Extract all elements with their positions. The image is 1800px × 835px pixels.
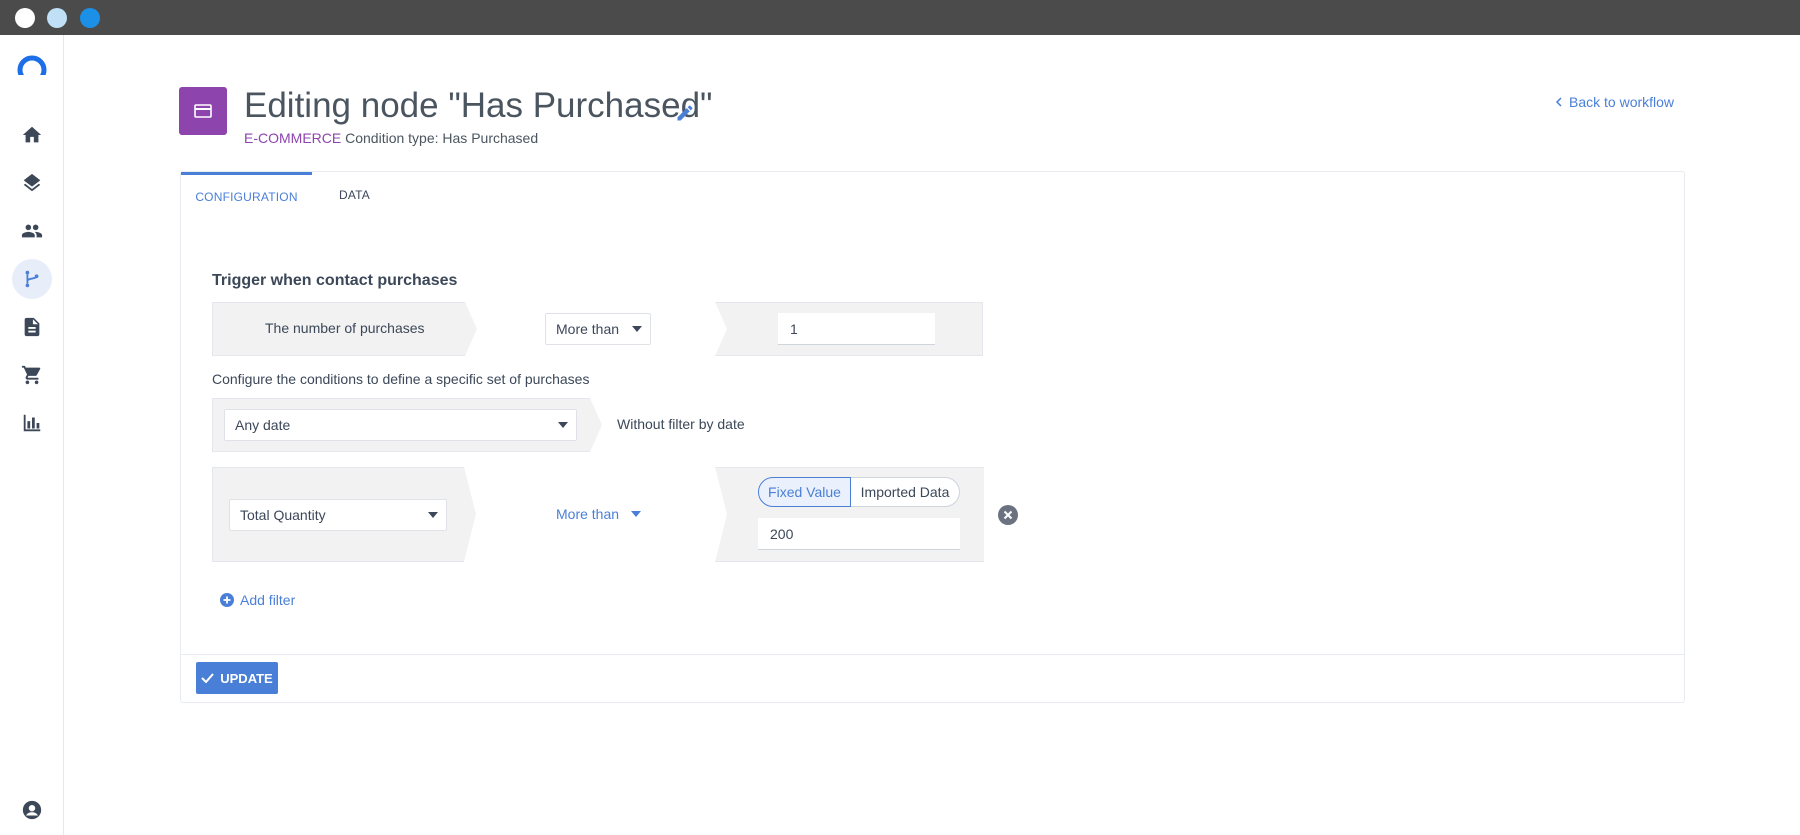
conditions-note: Configure the conditions to define a spe…: [212, 371, 590, 387]
cart-icon: [21, 365, 41, 385]
tab-data[interactable]: DATA: [312, 172, 397, 218]
sidebar-item-ecommerce[interactable]: [12, 355, 52, 395]
fixed-value-toggle[interactable]: Fixed Value: [758, 477, 851, 507]
chart-icon: [23, 414, 41, 432]
window-maximize-dot[interactable]: [80, 8, 100, 28]
category-tag: E-COMMERCE: [244, 130, 342, 146]
filter-field-value: Total Quantity: [240, 507, 326, 523]
purchases-label: The number of purchases: [265, 320, 425, 336]
filter-value-input[interactable]: 200: [758, 518, 960, 550]
check-icon: [201, 673, 215, 683]
purchases-condition-row: The number of purchases More than 1: [212, 302, 983, 356]
tab-configuration[interactable]: CONFIGURATION: [181, 172, 312, 218]
node-subtitle: E-COMMERCE Condition type: Has Purchased: [244, 130, 538, 146]
sidebar-item-reports[interactable]: [12, 403, 52, 443]
window-minimize-dot[interactable]: [47, 8, 67, 28]
purchases-operator-select[interactable]: More than: [545, 313, 651, 345]
date-range-select[interactable]: Any date: [224, 409, 577, 441]
sidebar-item-documents[interactable]: [12, 307, 52, 347]
chevron-down-icon: [428, 512, 438, 518]
filter-operator-select[interactable]: More than: [556, 506, 642, 522]
date-filter-text: Without filter by date: [617, 416, 745, 432]
chevron-down-icon: [632, 326, 642, 332]
plus-circle-icon: [220, 593, 234, 607]
update-button[interactable]: UPDATE: [196, 662, 278, 694]
tab-bar: CONFIGURATION DATA: [181, 172, 1684, 218]
filter-field-select[interactable]: Total Quantity: [229, 499, 447, 531]
sidebar: [0, 35, 64, 835]
filter-operator-value: More than: [556, 506, 620, 522]
app-logo-icon[interactable]: [17, 55, 47, 75]
window-close-dot[interactable]: [15, 8, 35, 28]
chevron-down-icon: [631, 511, 642, 517]
people-icon: [21, 224, 43, 238]
home-icon: [22, 126, 42, 143]
quantity-filter-row: Total Quantity More than Fixed Value Imp…: [212, 467, 1036, 562]
chevron-left-icon: [1555, 97, 1562, 107]
workflow-icon: [25, 270, 39, 288]
sidebar-item-home[interactable]: [12, 115, 52, 155]
condition-type-text: Condition type: Has Purchased: [345, 130, 539, 146]
document-icon: [24, 317, 40, 337]
remove-filter-button[interactable]: [998, 505, 1018, 525]
card-footer: UPDATE: [181, 654, 1684, 703]
update-button-label: UPDATE: [220, 670, 273, 686]
node-type-icon: [179, 87, 227, 135]
sidebar-item-workflows[interactable]: [12, 259, 52, 299]
editor-card: CONFIGURATION DATA Trigger when contact …: [180, 171, 1685, 703]
purchases-operator-value: More than: [556, 321, 620, 337]
purchases-count-input[interactable]: 1: [778, 313, 935, 345]
chevron-down-icon: [558, 422, 568, 428]
imported-data-toggle[interactable]: Imported Data: [851, 477, 960, 507]
window-titlebar: [0, 0, 1800, 35]
pencil-icon[interactable]: [675, 103, 695, 123]
back-to-workflow-link[interactable]: Back to workflow: [1555, 94, 1674, 110]
layers-icon: [23, 173, 41, 192]
add-filter-label: Add filter: [240, 592, 296, 608]
page-title: Editing node "Has Purchased": [244, 86, 713, 125]
account-icon: [22, 800, 42, 820]
sidebar-item-layers[interactable]: [12, 163, 52, 203]
close-circle-icon: [998, 505, 1018, 525]
date-filter-row: Any date Without filter by date: [212, 398, 984, 452]
sidebar-item-contacts[interactable]: [12, 211, 52, 251]
date-range-value: Any date: [235, 417, 291, 433]
section-title: Trigger when contact purchases: [212, 272, 458, 289]
sidebar-item-account[interactable]: [12, 790, 52, 830]
back-link-label: Back to workflow: [1569, 94, 1675, 110]
add-filter-link[interactable]: Add filter: [220, 592, 295, 608]
